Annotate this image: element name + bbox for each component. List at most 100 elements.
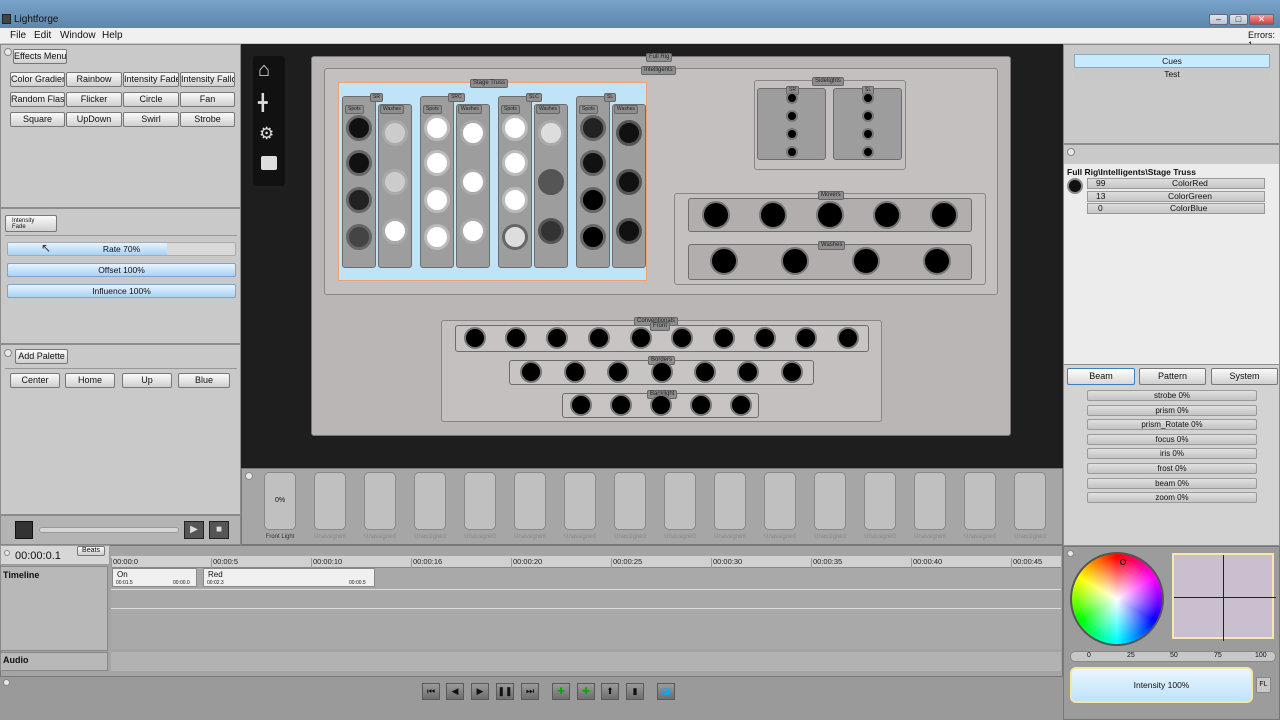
- close-button[interactable]: ✕: [1249, 14, 1274, 25]
- record-icon[interactable]: ◪: [657, 683, 675, 700]
- sidelight-fixture[interactable]: [862, 128, 874, 140]
- cue-item-test[interactable]: Test: [1074, 69, 1270, 81]
- maximize-button[interactable]: □: [1229, 14, 1248, 25]
- add-cue-icon[interactable]: ✚: [552, 683, 570, 700]
- fader-slot[interactable]: [314, 472, 346, 530]
- spot-fixture[interactable]: [580, 187, 606, 213]
- fader-slot[interactable]: [864, 472, 896, 530]
- fader-slot[interactable]: [364, 472, 396, 530]
- border-fixture[interactable]: [651, 361, 673, 383]
- spot-fixture[interactable]: [346, 150, 372, 176]
- offset-slider[interactable]: Offset 100%: [7, 263, 236, 277]
- minimize-button[interactable]: –: [1209, 14, 1228, 25]
- spot-fixture[interactable]: [502, 115, 528, 141]
- effects-menu-button[interactable]: Effects Menu: [13, 49, 67, 64]
- front-fixture[interactable]: [630, 327, 652, 349]
- lock-icon[interactable]: [261, 156, 277, 170]
- selected-effect-chip[interactable]: Intensity Fade: [5, 215, 57, 232]
- wash-fixture[interactable]: [538, 169, 564, 195]
- skip-start-icon[interactable]: ⏮: [422, 683, 440, 700]
- play-icon[interactable]: ▶: [471, 683, 489, 700]
- front-fixture[interactable]: [795, 327, 817, 349]
- tab-pattern[interactable]: Pattern: [1139, 368, 1206, 385]
- effect-fan[interactable]: Fan: [180, 92, 235, 107]
- attribute-4[interactable]: iris 0%: [1087, 448, 1257, 460]
- effect-updown[interactable]: UpDown: [66, 112, 122, 127]
- floor-wash-fixture[interactable]: [923, 247, 951, 275]
- spot-fixture[interactable]: [502, 224, 528, 250]
- spot-fixture[interactable]: [346, 115, 372, 141]
- fader-slot[interactable]: [564, 472, 596, 530]
- wash-fixture[interactable]: [616, 120, 642, 146]
- wash-fixture[interactable]: [382, 218, 408, 244]
- backlight-fixture[interactable]: [690, 394, 712, 416]
- effect-color-gradient[interactable]: Color Gradient: [10, 72, 65, 87]
- sidelight-fixture[interactable]: [786, 146, 798, 158]
- spot-fixture[interactable]: [424, 115, 450, 141]
- fader-slot[interactable]: [964, 472, 996, 530]
- pause-icon[interactable]: ❚❚: [496, 683, 514, 700]
- color-wheel[interactable]: [1070, 552, 1164, 646]
- effect-swirl[interactable]: Swirl: [123, 112, 179, 127]
- sidelight-fixture[interactable]: [786, 128, 798, 140]
- preview-play-icon[interactable]: ▶: [184, 521, 204, 539]
- backlight-fixture[interactable]: [610, 394, 632, 416]
- palette-home[interactable]: Home: [65, 373, 115, 388]
- front-fixture[interactable]: [754, 327, 776, 349]
- influence-slider[interactable]: Influence 100%: [7, 284, 236, 298]
- effect-intensity-falloff[interactable]: Intensity Falloff: [180, 72, 235, 87]
- front-fixture[interactable]: [505, 327, 527, 349]
- wash-fixture[interactable]: [538, 120, 564, 146]
- cue-item-cues[interactable]: Cues: [1074, 54, 1270, 68]
- wash-fixture[interactable]: [616, 218, 642, 244]
- spot-fixture[interactable]: [346, 224, 372, 250]
- spot-fixture[interactable]: [502, 187, 528, 213]
- add-palette-button[interactable]: Add Palette: [15, 349, 68, 364]
- attribute-6[interactable]: beam 0%: [1087, 477, 1257, 489]
- fader-slot[interactable]: [814, 472, 846, 530]
- clip-red[interactable]: Red 00:02.3 00:00.5: [203, 568, 375, 587]
- intensity-scale[interactable]: 0 25 50 75 100: [1070, 651, 1276, 662]
- delete-icon[interactable]: ▮: [626, 683, 644, 700]
- effect-flicker[interactable]: Flicker: [66, 92, 122, 107]
- fader-slot[interactable]: [464, 472, 496, 530]
- channel-row-blue[interactable]: 0 ColorBlue: [1087, 203, 1265, 214]
- backlight-fixture[interactable]: [570, 394, 592, 416]
- wash-fixture[interactable]: [382, 169, 408, 195]
- mover-fixture[interactable]: [702, 201, 730, 229]
- sidelight-fixture[interactable]: [786, 110, 798, 122]
- fader-slot[interactable]: [914, 472, 946, 530]
- menu-file[interactable]: File: [10, 30, 26, 41]
- spot-fixture[interactable]: [424, 224, 450, 250]
- preview-icon[interactable]: [15, 521, 33, 539]
- effect-square[interactable]: Square: [10, 112, 65, 127]
- palette-center[interactable]: Center: [10, 373, 60, 388]
- mover-fixture[interactable]: [816, 201, 844, 229]
- channel-row-red[interactable]: 99 ColorRed: [1087, 178, 1265, 189]
- effect-rainbow[interactable]: Rainbow: [66, 72, 122, 87]
- fader-slot[interactable]: [764, 472, 796, 530]
- wash-fixture[interactable]: [460, 218, 486, 244]
- palette-blue[interactable]: Blue: [178, 373, 230, 388]
- mover-fixture[interactable]: [873, 201, 901, 229]
- effect-random-flash[interactable]: Random Flash: [10, 92, 65, 107]
- attribute-0[interactable]: strobe 0%: [1087, 390, 1257, 401]
- menu-help[interactable]: Help: [102, 30, 123, 41]
- front-fixture[interactable]: [588, 327, 610, 349]
- spot-fixture[interactable]: [580, 115, 606, 141]
- sidelight-fixture[interactable]: [786, 92, 798, 104]
- floor-wash-fixture[interactable]: [710, 247, 738, 275]
- color-picker-handle[interactable]: [1120, 559, 1126, 565]
- border-fixture[interactable]: [564, 361, 586, 383]
- wash-fixture[interactable]: [382, 120, 408, 146]
- menu-edit[interactable]: Edit: [34, 30, 51, 41]
- spot-fixture[interactable]: [580, 224, 606, 250]
- mover-fixture[interactable]: [759, 201, 787, 229]
- fader-slot[interactable]: [514, 472, 546, 530]
- backlight-fixture[interactable]: [730, 394, 752, 416]
- front-fixture[interactable]: [464, 327, 486, 349]
- spot-fixture[interactable]: [424, 150, 450, 176]
- wash-fixture[interactable]: [460, 169, 486, 195]
- channel-row-green[interactable]: 13 ColorGreen: [1087, 191, 1265, 202]
- preview-stop-icon[interactable]: ■: [209, 521, 229, 539]
